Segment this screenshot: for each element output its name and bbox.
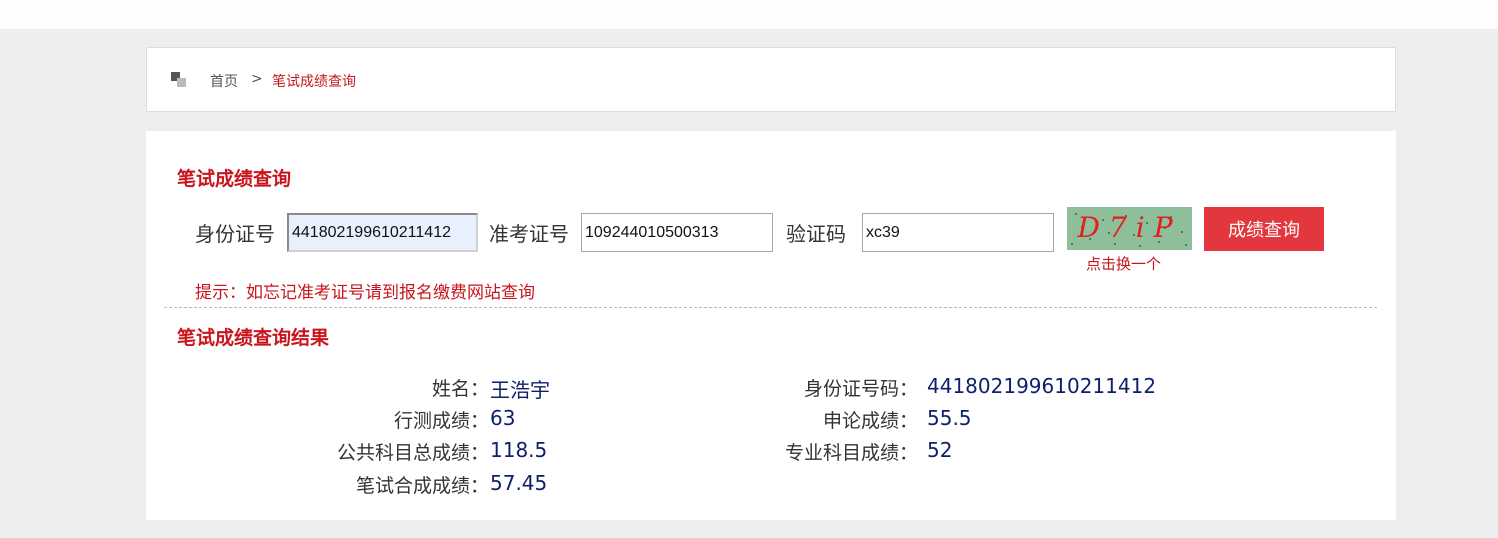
captcha-input[interactable]: [862, 213, 1054, 252]
breadcrumb-home-link[interactable]: 首页: [210, 71, 238, 91]
result-id-label: 身份证号码：: [803, 378, 918, 400]
result-xingce-value: 63: [490, 406, 516, 430]
result-shenlun-label: 申论成绩：: [822, 410, 918, 432]
result-total-label: 笔试合成成绩：: [355, 475, 489, 497]
result-id-value: 441802199610211412: [927, 374, 1157, 398]
result-xingce-label: 行测成绩：: [393, 410, 489, 432]
captcha-refresh-link[interactable]: 点击换一个: [1086, 253, 1161, 274]
top-bar: [0, 0, 1498, 29]
score-query-button[interactable]: 成绩查询: [1204, 207, 1324, 251]
home-icon: [171, 72, 187, 88]
id-number-label: 身份证号: [195, 222, 275, 246]
breadcrumb-separator: >: [251, 71, 263, 87]
result-public-label: 公共科目总成绩：: [336, 442, 489, 464]
result-section-title: 笔试成绩查询结果: [177, 327, 330, 349]
id-number-input[interactable]: [287, 213, 478, 252]
result-name-value: 王浩宇: [490, 378, 550, 402]
query-section-title: 笔试成绩查询: [177, 168, 292, 190]
captcha-image[interactable]: D7iP: [1067, 207, 1192, 250]
result-shenlun-value: 55.5: [927, 406, 972, 430]
exam-number-input[interactable]: [581, 213, 773, 252]
result-major-label: 专业科目成绩：: [784, 442, 918, 464]
section-divider: [164, 307, 1377, 308]
breadcrumb-current: 笔试成绩查询: [272, 74, 356, 90]
query-panel: 笔试成绩查询 身份证号 准考证号 验证码 D7iP 点击换一个 成绩查询 提示：…: [146, 131, 1396, 520]
breadcrumb: 首页 > 笔试成绩查询: [146, 47, 1396, 112]
captcha-image-text: D7iP: [1077, 211, 1182, 244]
captcha-label: 验证码: [786, 222, 846, 246]
result-major-value: 52: [927, 438, 953, 462]
result-public-value: 118.5: [490, 438, 548, 462]
query-tip: 提示：如忘记准考证号请到报名缴费网站查询: [195, 283, 535, 303]
exam-number-label: 准考证号: [489, 222, 569, 246]
result-name-label: 姓名：: [431, 378, 489, 400]
result-total-value: 57.45: [490, 471, 548, 495]
